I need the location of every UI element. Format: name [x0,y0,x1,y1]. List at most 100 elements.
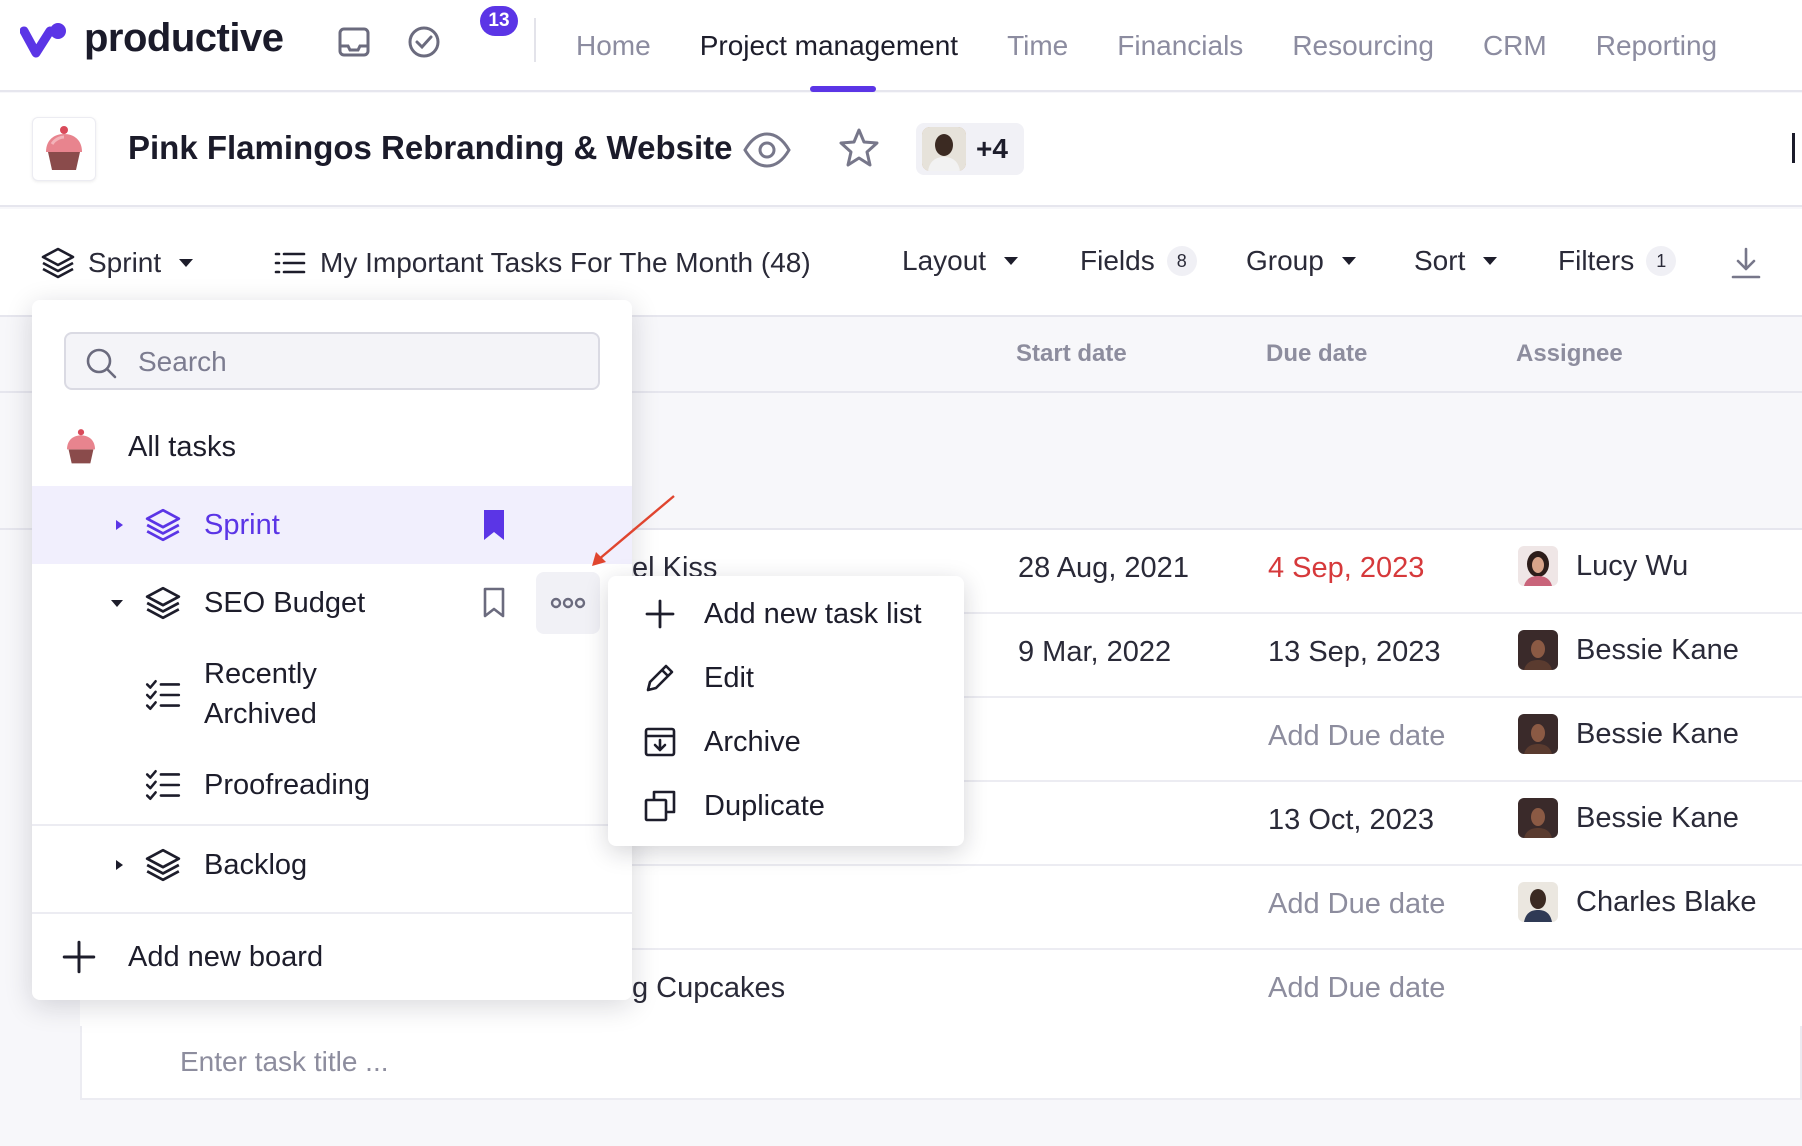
fields-label: Fields [1080,245,1155,276]
cupcake-icon [46,126,82,170]
task-title[interactable]: g Cupcakes [632,972,785,1005]
members-more-count: +4 [976,133,1008,164]
view-selector[interactable]: My Important Tasks For The Month (48) [272,245,811,281]
all-tasks-label: All tasks [128,430,236,463]
chevron-down-icon [1341,257,1356,265]
avatar [1518,630,1558,670]
group-label: Group [1246,245,1324,276]
board-selector-label: Sprint [88,247,162,278]
column-header-assignee[interactable]: Assignee [1516,340,1623,368]
assignee[interactable]: Bessie Kane [1518,798,1739,838]
board-item-seo-budget[interactable]: SEO Budget [32,564,632,642]
column-header-start-date[interactable]: Start date [1016,340,1127,368]
nav-link-time[interactable]: Time [1007,30,1068,62]
view-selector-label: My Important Tasks For The Month (48) [320,247,811,278]
download-icon[interactable] [1728,245,1764,281]
chevron-right-icon[interactable] [112,518,126,532]
layers-icon [145,848,181,882]
nav-link-project-management[interactable]: Project management [700,30,958,62]
list-icon [274,252,306,274]
chevron-down-icon [179,259,194,267]
checklist-icon [145,680,181,710]
star-icon[interactable] [838,127,880,169]
brand[interactable]: productive [20,16,284,61]
assignee-name: Bessie Kane [1576,633,1739,666]
nav-link-resourcing[interactable]: Resourcing [1292,30,1434,62]
chevron-down-icon[interactable] [110,596,124,610]
task-list-item-proofreading[interactable]: Proofreading [32,746,632,824]
board-item-sprint[interactable]: Sprint [32,486,632,564]
bookmark-filled-icon[interactable] [480,508,508,542]
bookmark-icon[interactable] [480,586,508,620]
board-context-menu: Add new task list Edit Archive Duplicate [608,576,964,846]
column-header-due-date[interactable]: Due date [1266,340,1367,368]
board-item-label: SEO Budget [204,586,366,619]
nav-link-reporting[interactable]: Reporting [1596,30,1717,62]
add-due-date[interactable]: Add Due date [1268,972,1445,1005]
board-item-backlog[interactable]: Backlog [32,826,632,904]
top-navigation: productive 13 Home Project management Ti… [0,0,1802,92]
sort-label: Sort [1414,245,1466,276]
nav-link-financials[interactable]: Financials [1117,30,1243,62]
task-list-item-recently-archived[interactable]: Recently Archived [32,642,632,746]
eye-icon[interactable] [742,131,792,169]
add-new-board-button[interactable]: Add new board [32,914,632,1000]
menu-item-label: Add new task list [704,597,922,630]
project-avatar[interactable] [32,117,96,181]
due-date[interactable]: 4 Sep, 2023 [1268,552,1424,585]
menu-item-edit[interactable]: Edit [608,646,964,710]
fields-button[interactable]: Fields 8 [1080,245,1197,277]
pencil-icon [646,664,674,692]
member-avatar [922,127,966,171]
assignee[interactable]: Lucy Wu [1518,546,1688,586]
filters-label: Filters [1558,245,1635,276]
start-date[interactable]: 28 Aug, 2021 [1018,552,1189,585]
menu-item-add-task-list[interactable]: Add new task list [608,582,964,646]
inbox-icon[interactable] [334,22,374,62]
assignee-name: Bessie Kane [1576,717,1739,750]
all-tasks-item[interactable]: All tasks [32,408,632,486]
assignee-name: Lucy Wu [1576,549,1689,582]
nav-link-crm[interactable]: CRM [1483,30,1547,62]
menu-item-duplicate[interactable]: Duplicate [608,774,964,838]
new-task-input[interactable]: Enter task title ... [80,1026,1802,1100]
task-list-label: Proofreading [204,768,371,801]
project-members[interactable]: +4 [916,123,1024,175]
add-due-date[interactable]: Add Due date [1268,888,1445,921]
group-button[interactable]: Group [1246,245,1356,277]
assignee[interactable]: Charles Blake [1518,882,1757,922]
productive-logo-icon [20,22,66,57]
board-search-input[interactable]: Search [64,332,600,390]
search-placeholder: Search [138,346,227,377]
sort-button[interactable]: Sort [1414,245,1498,277]
assignee[interactable]: Bessie Kane [1518,630,1739,670]
filters-button[interactable]: Filters 1 [1558,245,1677,277]
chevron-right-icon[interactable] [112,858,126,872]
due-date[interactable]: 13 Oct, 2023 [1268,804,1434,837]
more-dots-icon [550,597,586,609]
search-icon [86,348,117,379]
plus-icon [645,599,675,629]
menu-item-label: Archive [704,725,801,758]
board-selector[interactable]: Sprint [40,245,194,281]
due-date[interactable]: 13 Sep, 2023 [1268,636,1441,669]
menu-item-label: Edit [704,661,754,694]
layout-button[interactable]: Layout [902,245,1019,277]
plus-icon [62,940,96,974]
menu-item-archive[interactable]: Archive [608,710,964,774]
new-task-placeholder: Enter task title ... [180,1046,389,1077]
header-overflow-edge [1792,133,1802,163]
cupcake-icon [67,429,95,464]
more-options-button[interactable] [536,572,600,634]
active-nav-indicator [810,86,876,92]
filters-count-badge: 1 [1646,246,1677,276]
start-date[interactable]: 9 Mar, 2022 [1018,636,1171,669]
brand-name: productive [84,16,284,60]
assignee[interactable]: Bessie Kane [1518,714,1739,754]
nav-link-home[interactable]: Home [576,30,651,62]
assignee-name: Charles Blake [1576,885,1757,918]
tasks-check-icon[interactable] [404,22,444,62]
add-due-date[interactable]: Add Due date [1268,720,1445,753]
chevron-down-icon [1004,257,1019,265]
project-header: Pink Flamingos Rebranding & Website +4 [0,93,1802,207]
